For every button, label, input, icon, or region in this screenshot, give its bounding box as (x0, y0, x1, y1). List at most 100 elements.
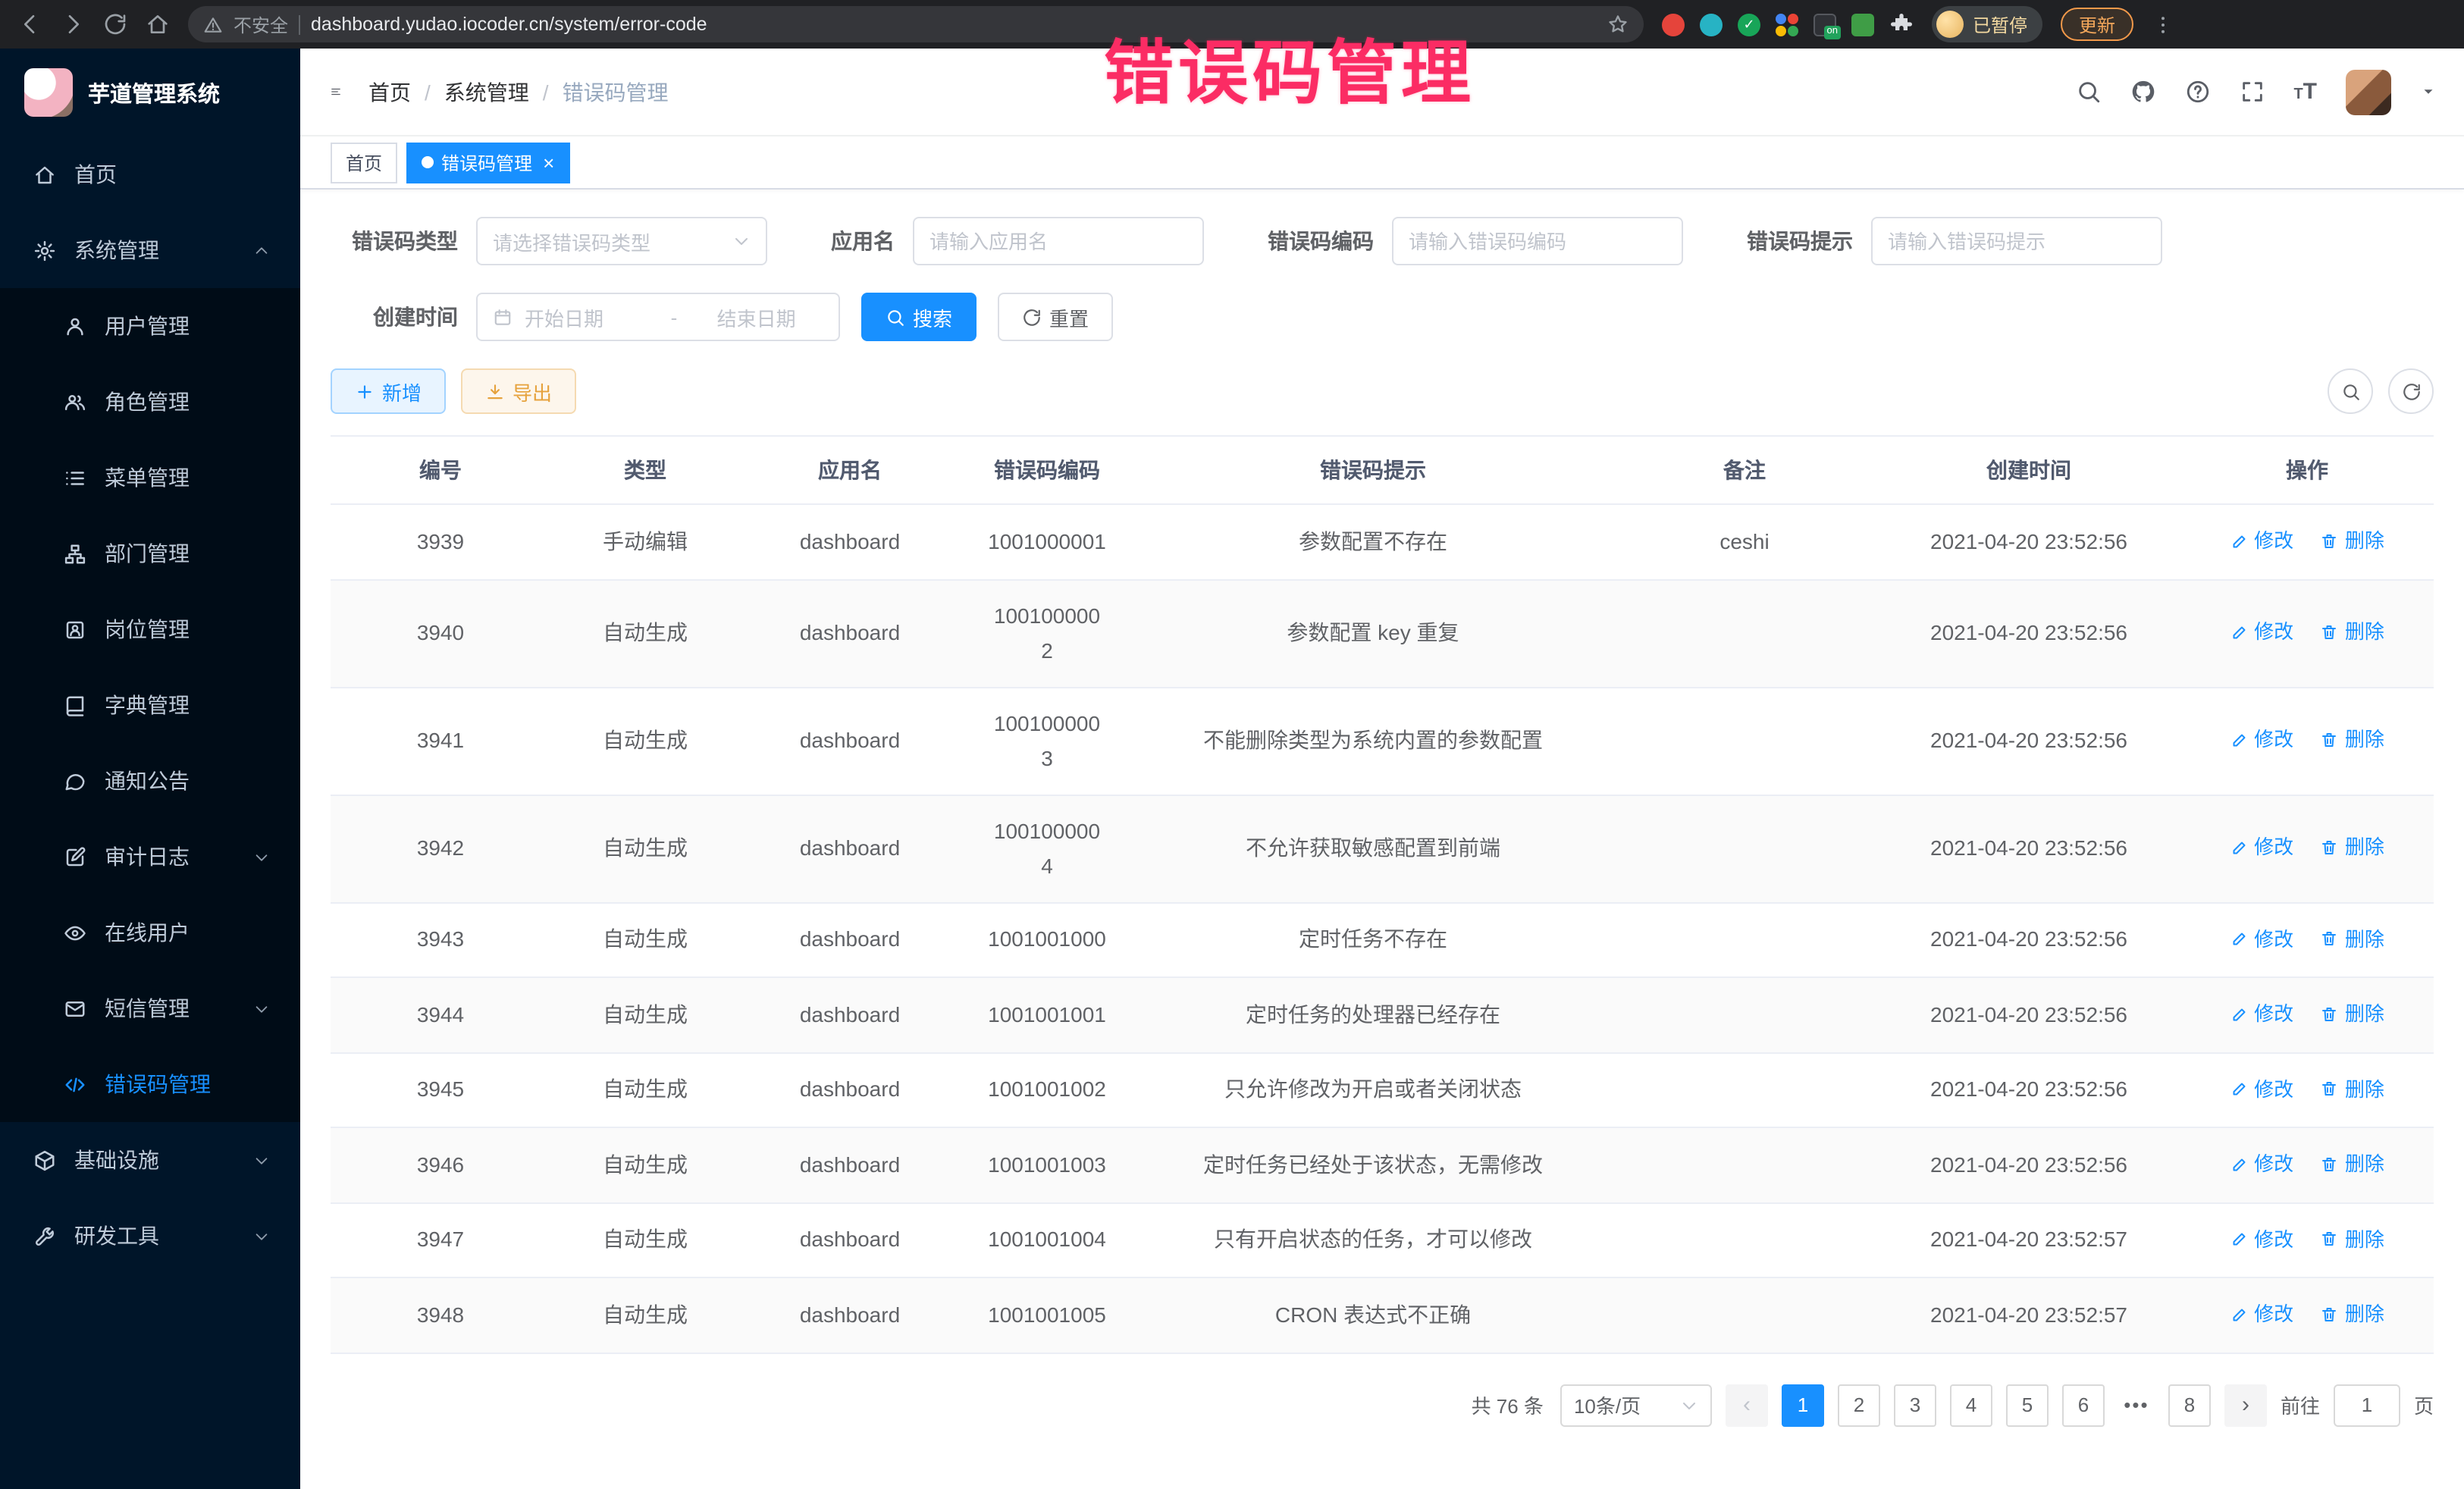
sidebar-item-label: 首页 (74, 159, 117, 190)
extension-icon-teal[interactable] (1700, 13, 1723, 36)
header-search-icon[interactable] (2075, 79, 2101, 105)
cell-id: 3947 (331, 1202, 550, 1277)
address-bar[interactable]: 不安全 dashboard.yudao.iocoder.cn/system/er… (188, 6, 1644, 42)
breadcrumb-system[interactable]: 系统管理 (444, 77, 529, 107)
reset-button[interactable]: 重置 (998, 293, 1113, 341)
font-size-icon[interactable]: TT (2293, 79, 2317, 105)
sidebar-item-departments[interactable]: 部门管理 (0, 516, 300, 591)
next-page-button[interactable]: › (2224, 1384, 2267, 1426)
sidebar-item-posts[interactable]: 岗位管理 (0, 591, 300, 667)
page-button-last[interactable]: 8 (2168, 1384, 2211, 1426)
extension-icon-green-check[interactable]: ✓ (1738, 13, 1760, 36)
edit-link[interactable]: 修改 (2230, 1146, 2293, 1181)
sidebar-item-sms[interactable]: 短信管理 (0, 970, 300, 1046)
edit-link[interactable]: 修改 (2230, 1221, 2293, 1256)
tab-error-code[interactable]: 错误码管理 × (406, 142, 569, 183)
page-button-6[interactable]: 6 (2062, 1384, 2105, 1426)
error-msg-input[interactable] (1871, 217, 2162, 265)
table-header-row: 编号 类型 应用名 错误码编码 错误码提示 备注 创建时间 操作 (331, 436, 2434, 504)
sidebar-item-infrastructure[interactable]: 基础设施 (0, 1122, 300, 1198)
sidebar-item-notices[interactable]: 通知公告 (0, 743, 300, 819)
download-icon (485, 381, 505, 401)
sidebar-item-dictionary[interactable]: 字典管理 (0, 667, 300, 743)
refresh-table-button[interactable] (2388, 368, 2434, 414)
page-button-3[interactable]: 3 (1894, 1384, 1936, 1426)
search-button[interactable]: 搜索 (861, 293, 977, 341)
delete-link[interactable]: 删除 (2321, 1296, 2384, 1331)
extension-icon-colorgrid[interactable] (1776, 13, 1798, 36)
export-button[interactable]: 导出 (461, 368, 576, 414)
extension-icon-red[interactable] (1662, 13, 1685, 36)
delete-link[interactable]: 删除 (2321, 1221, 2384, 1256)
page-button-2[interactable]: 2 (1838, 1384, 1880, 1426)
sidebar-item-error-code[interactable]: 错误码管理 (0, 1046, 300, 1122)
pagination-ellipsis[interactable]: ••• (2118, 1393, 2155, 1416)
browser-reload-icon[interactable] (103, 12, 127, 36)
create-time-label: 创建时间 (331, 302, 458, 332)
browser-back-icon[interactable] (18, 12, 42, 36)
browser-home-icon[interactable] (146, 12, 170, 36)
close-icon[interactable]: × (543, 152, 554, 172)
app-name-input[interactable] (913, 217, 1204, 265)
github-icon[interactable] (2130, 79, 2155, 105)
cell-msg: 定时任务不存在 (1134, 902, 1612, 977)
hamburger-icon[interactable] (321, 77, 350, 106)
edit-link[interactable]: 修改 (2230, 723, 2293, 757)
error-code-input[interactable] (1392, 217, 1683, 265)
edit-link[interactable]: 修改 (2230, 1296, 2293, 1331)
edit-link[interactable]: 修改 (2230, 996, 2293, 1031)
error-type-label: 错误码类型 (331, 226, 458, 256)
bookmark-star-icon[interactable] (1607, 14, 1629, 35)
edit-link[interactable]: 修改 (2230, 1071, 2293, 1106)
sidebar-item-label: 错误码管理 (105, 1069, 211, 1099)
edit-link[interactable]: 修改 (2230, 615, 2293, 650)
browser-forward-icon[interactable] (61, 12, 85, 36)
user-avatar[interactable] (2346, 69, 2391, 114)
page-button-4[interactable]: 4 (1950, 1384, 1992, 1426)
fullscreen-icon[interactable] (2239, 79, 2265, 105)
extensions-puzzle-icon[interactable] (1889, 12, 1914, 36)
edit-link[interactable]: 修改 (2230, 830, 2293, 865)
sidebar-item-roles[interactable]: 角色管理 (0, 364, 300, 440)
date-range-picker[interactable]: 开始日期 - 结束日期 (476, 293, 840, 341)
cell-remark (1612, 1052, 1877, 1127)
page-button-1[interactable]: 1 (1782, 1384, 1824, 1426)
extension-icon-green-square[interactable] (1851, 13, 1874, 36)
sidebar-item-menus[interactable]: 菜单管理 (0, 440, 300, 516)
browser-update-button[interactable]: 更新 (2061, 8, 2133, 41)
delete-link[interactable]: 删除 (2321, 921, 2384, 956)
extension-icon-dark[interactable]: on (1814, 13, 1836, 36)
sidebar-item-home[interactable]: 首页 (0, 136, 300, 212)
delete-link[interactable]: 删除 (2321, 523, 2384, 558)
sidebar-item-devtools[interactable]: 研发工具 (0, 1198, 300, 1274)
page-button-5[interactable]: 5 (2006, 1384, 2049, 1426)
edit-link[interactable]: 修改 (2230, 523, 2293, 558)
sidebar-item-audit-logs[interactable]: 审计日志 (0, 819, 300, 895)
browser-profile-chip[interactable]: 已暂停 (1932, 6, 2042, 42)
browser-menu-kebab-icon[interactable] (2152, 13, 2174, 36)
search-icon (2340, 381, 2360, 401)
delete-link[interactable]: 删除 (2321, 996, 2384, 1031)
cell-id: 3939 (331, 504, 550, 579)
sidebar-item-users[interactable]: 用户管理 (0, 288, 300, 364)
page-size-select[interactable]: 10条/页 (1560, 1384, 1712, 1426)
delete-link[interactable]: 删除 (2321, 723, 2384, 757)
tab-home[interactable]: 首页 (331, 142, 397, 183)
add-button[interactable]: 新增 (331, 368, 446, 414)
tags-view-bar: 首页 错误码管理 × (300, 136, 2464, 190)
toggle-search-button[interactable] (2328, 368, 2373, 414)
error-type-select[interactable]: 请选择错误码类型 (476, 217, 767, 265)
avatar-caret-down-icon[interactable] (2420, 83, 2437, 100)
breadcrumb-home[interactable]: 首页 (368, 77, 411, 107)
edit-link[interactable]: 修改 (2230, 921, 2293, 956)
sidebar-logo-row[interactable]: 芋道管理系统 (0, 49, 300, 136)
help-question-icon[interactable] (2184, 79, 2210, 105)
delete-link[interactable]: 删除 (2321, 830, 2384, 865)
sidebar-item-online-users[interactable]: 在线用户 (0, 895, 300, 970)
delete-link[interactable]: 删除 (2321, 1071, 2384, 1106)
delete-link[interactable]: 删除 (2321, 615, 2384, 650)
delete-link[interactable]: 删除 (2321, 1146, 2384, 1181)
goto-page-input[interactable] (2334, 1384, 2400, 1426)
sidebar-item-system[interactable]: 系统管理 (0, 212, 300, 288)
prev-page-button[interactable]: ‹ (1726, 1384, 1768, 1426)
